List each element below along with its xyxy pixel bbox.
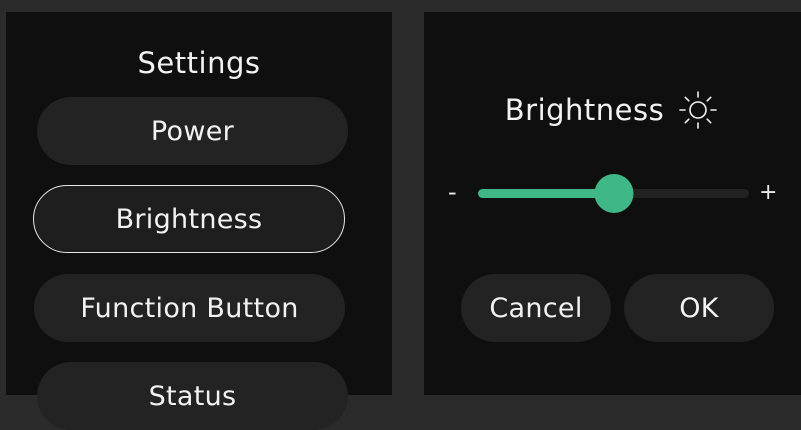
menu-item-function-button[interactable]: Function Button xyxy=(34,274,345,342)
slider-thumb[interactable] xyxy=(594,174,633,213)
brightness-title: Brightness xyxy=(504,93,665,127)
cancel-button[interactable]: Cancel xyxy=(461,274,611,342)
menu-item-status[interactable]: Status xyxy=(37,362,348,430)
brightness-header: Brightness xyxy=(424,88,801,132)
sun-icon xyxy=(676,88,720,132)
settings-title: Settings xyxy=(137,46,261,80)
ok-button[interactable]: OK xyxy=(624,274,774,342)
menu-item-brightness[interactable]: Brightness xyxy=(33,185,345,253)
slider-increase-label[interactable]: + xyxy=(759,180,777,205)
settings-panel: Settings Power Brightness Function Butto… xyxy=(6,12,392,430)
slider-decrease-label[interactable]: - xyxy=(448,178,457,206)
brightness-panel: Brightness - + Cancel OK xyxy=(424,12,801,395)
menu-item-power[interactable]: Power xyxy=(37,97,348,165)
brightness-slider[interactable] xyxy=(478,174,749,213)
